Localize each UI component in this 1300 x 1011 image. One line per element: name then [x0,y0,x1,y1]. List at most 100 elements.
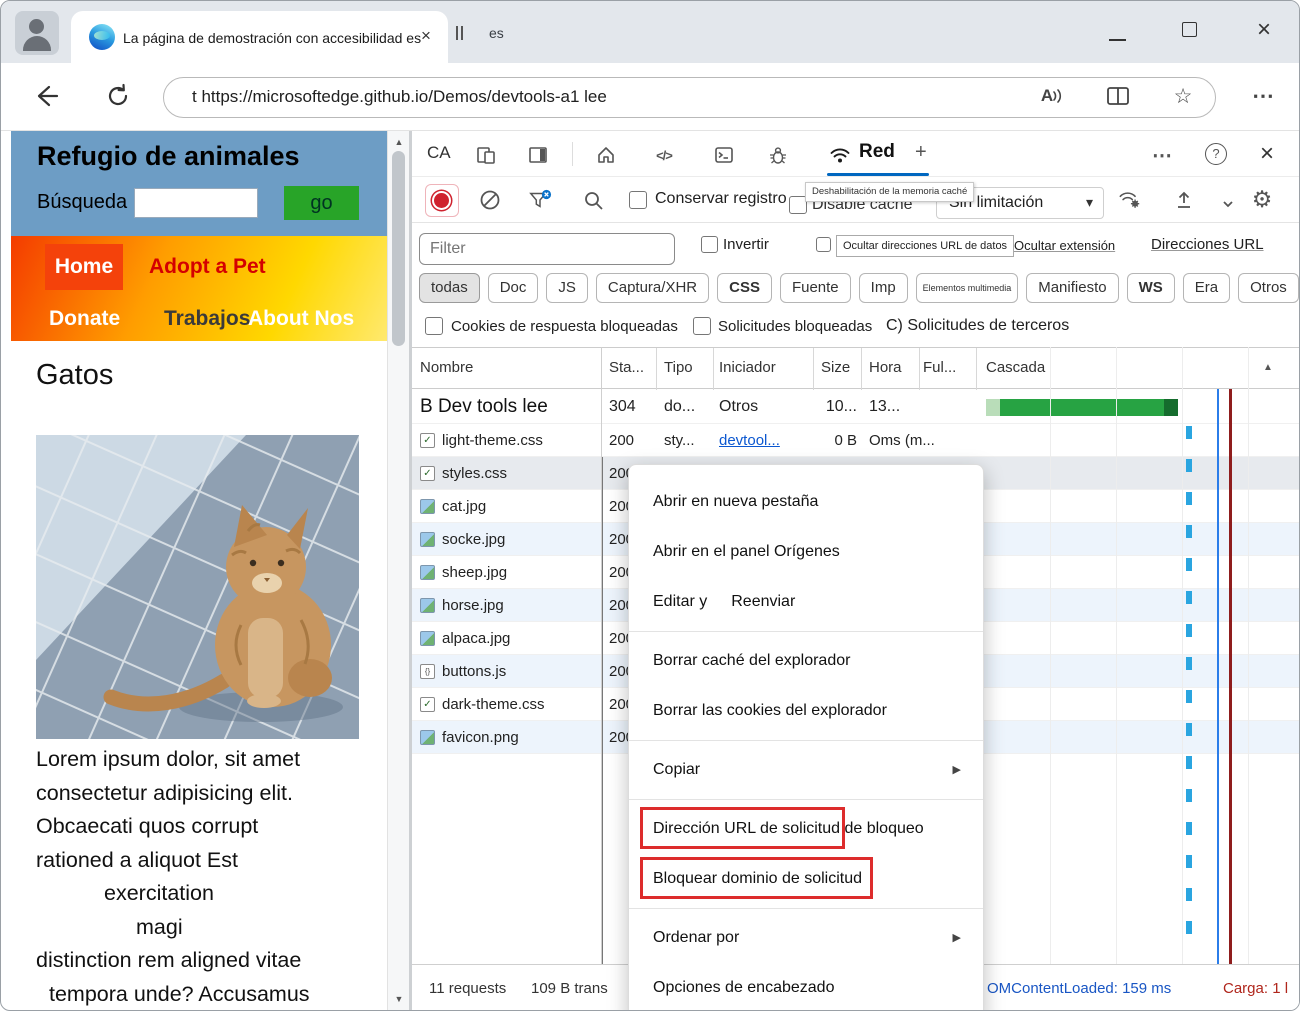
devtools-more-icon[interactable] [1150,143,1174,167]
col-header-fulfilled[interactable]: Ful... [923,359,956,376]
request-row[interactable]: light-theme.css 200 sty... devtool... 0 … [412,424,1299,457]
nav-link-jobs[interactable]: Trabajos [164,307,250,331]
search-icon[interactable] [582,189,606,213]
console-tab-icon[interactable] [712,143,736,167]
tab-network[interactable]: Red [859,141,895,163]
network-conditions-icon[interactable] [1118,188,1142,212]
browser-tab[interactable]: La página de demostración con accesibili… [71,11,448,63]
invert-filter-checkbox[interactable] [701,236,718,253]
request-name-cell[interactable]: styles.css [412,465,601,482]
blocked-requests-checkbox[interactable] [693,317,711,335]
window-maximize-button[interactable] [1182,22,1197,37]
request-name-cell[interactable]: B Dev tools lee [412,396,601,418]
col-header-waterfall[interactable]: Cascada [986,359,1045,376]
third-party-requests-label[interactable]: C) Solicitudes de terceros [886,317,1069,335]
go-button[interactable]: go [284,186,359,220]
request-name-cell[interactable]: cat.jpg [412,498,601,515]
window-close-button[interactable] [1251,17,1277,43]
context-menu-item[interactable]: Borrar caché del explorador [629,636,983,686]
overflow-chevron-icon[interactable] [1216,192,1240,216]
sort-ascending-icon[interactable] [1263,362,1273,373]
col-header-status[interactable]: Sta... [609,359,644,376]
search-input[interactable] [134,188,258,218]
elements-tab-icon[interactable]: </> [652,143,676,167]
scroll-down-icon[interactable] [388,990,410,1008]
context-menu-item[interactable]: Ordenar por [629,913,983,963]
type-filter-pill[interactable]: Manifiesto [1026,273,1119,303]
nav-link-home[interactable]: Home [45,244,123,290]
type-filter-pill[interactable]: Doc [487,273,539,303]
nav-link-adopt[interactable]: Adopt a Pet [149,255,266,279]
request-initiator-cell[interactable]: devtool... [713,432,813,449]
request-name-cell[interactable]: socke.jpg [412,531,601,548]
request-name-cell[interactable]: favicon.png [412,729,601,746]
context-menu-item[interactable]: Abrir en el panel Orígenes [629,527,983,577]
type-filter-pill[interactable]: CSS [717,273,772,303]
context-menu-item[interactable]: Opciones de encabezado [629,963,983,1010]
device-emulation-icon[interactable] [474,143,498,167]
filter-funnel-icon[interactable] [528,188,552,212]
profile-avatar[interactable] [15,11,59,55]
hide-extension-urls-label[interactable]: Direcciones URL [1151,236,1264,253]
request-name-cell[interactable]: alpaca.jpg [412,630,601,647]
context-menu-item[interactable]: Copiar [629,745,983,795]
help-icon[interactable]: ? [1205,143,1227,165]
context-menu-item[interactable] [629,799,983,800]
type-filter-pill[interactable]: Otros [1238,273,1299,303]
settings-more-icon[interactable] [1244,77,1282,115]
nav-link-about[interactable]: About Nos [248,307,354,331]
hide-extension-label[interactable]: Ocultar extensión [1014,238,1115,253]
context-menu-item[interactable]: Abrir en nueva pestaña [629,477,983,527]
context-menu-item[interactable] [629,631,983,632]
context-menu-item[interactable] [629,908,983,909]
request-row[interactable]: B Dev tools lee 304 do... Otros 10... 13… [412,391,1299,424]
type-filter-pill[interactable]: Imp [858,273,908,303]
type-filter-pill[interactable]: Era [1182,273,1231,303]
request-name-cell[interactable]: dark-theme.css [412,696,601,713]
clear-network-log-icon[interactable] [478,188,502,212]
blocked-cookies-checkbox[interactable] [425,317,443,335]
page-scrollbar[interactable] [387,131,410,1010]
import-har-icon[interactable] [1172,188,1196,212]
preserve-log-checkbox[interactable] [629,191,647,209]
scrollbar-thumb[interactable] [392,151,405,346]
context-menu-item[interactable]: Dirección URL de solicitud de bloqueo [629,804,983,854]
type-filter-pill[interactable]: WS [1126,273,1175,303]
home-tab-icon[interactable] [594,143,618,167]
col-header-type[interactable]: Tipo [664,359,693,376]
refresh-button[interactable] [99,77,137,115]
request-initiator-cell[interactable]: Otros [713,398,813,416]
request-name-cell[interactable]: buttons.js [412,663,601,680]
type-filter-pill[interactable]: JS [546,273,588,303]
hide-data-urls-checkbox[interactable] [816,237,831,252]
col-header-time[interactable]: Hora [869,359,902,376]
col-header-name[interactable]: Nombre [420,359,473,376]
inspect-label[interactable]: CA [427,143,451,163]
context-menu-item[interactable]: Bloquear dominio de solicitud [629,854,983,904]
request-name-cell[interactable]: sheep.jpg [412,564,601,581]
window-minimize-button[interactable] [1109,39,1126,41]
record-network-log-button[interactable] [425,184,459,217]
split-screen-icon[interactable] [1099,77,1137,115]
scroll-up-icon[interactable] [388,133,410,151]
context-menu-item[interactable]: Editar y Reenviar [629,577,983,627]
context-menu-item[interactable]: Borrar las cookies del explorador [629,686,983,736]
type-filter-pill[interactable]: Elementos multimedia [915,273,1019,303]
tab-close-icon[interactable] [415,25,437,47]
type-filter-pill[interactable]: todas [419,273,480,303]
back-button[interactable] [27,77,65,115]
favorites-star-icon[interactable] [1164,77,1202,115]
devtools-close-icon[interactable] [1254,140,1280,168]
more-tabs-button[interactable]: + [915,141,927,164]
dock-side-icon[interactable] [526,143,550,167]
col-header-initiator[interactable]: Iniciador [719,359,776,376]
nav-link-donate[interactable]: Donate [49,307,120,331]
read-aloud-icon[interactable]: A [1033,77,1071,115]
type-filter-pill[interactable]: Captura/XHR [595,273,710,303]
filter-input[interactable] [419,233,675,265]
debugger-bug-icon[interactable] [766,143,790,167]
request-name-cell[interactable]: horse.jpg [412,597,601,614]
network-settings-gear-icon[interactable] [1250,187,1274,211]
context-menu-item[interactable] [629,740,983,741]
request-name-cell[interactable]: light-theme.css [412,432,601,449]
